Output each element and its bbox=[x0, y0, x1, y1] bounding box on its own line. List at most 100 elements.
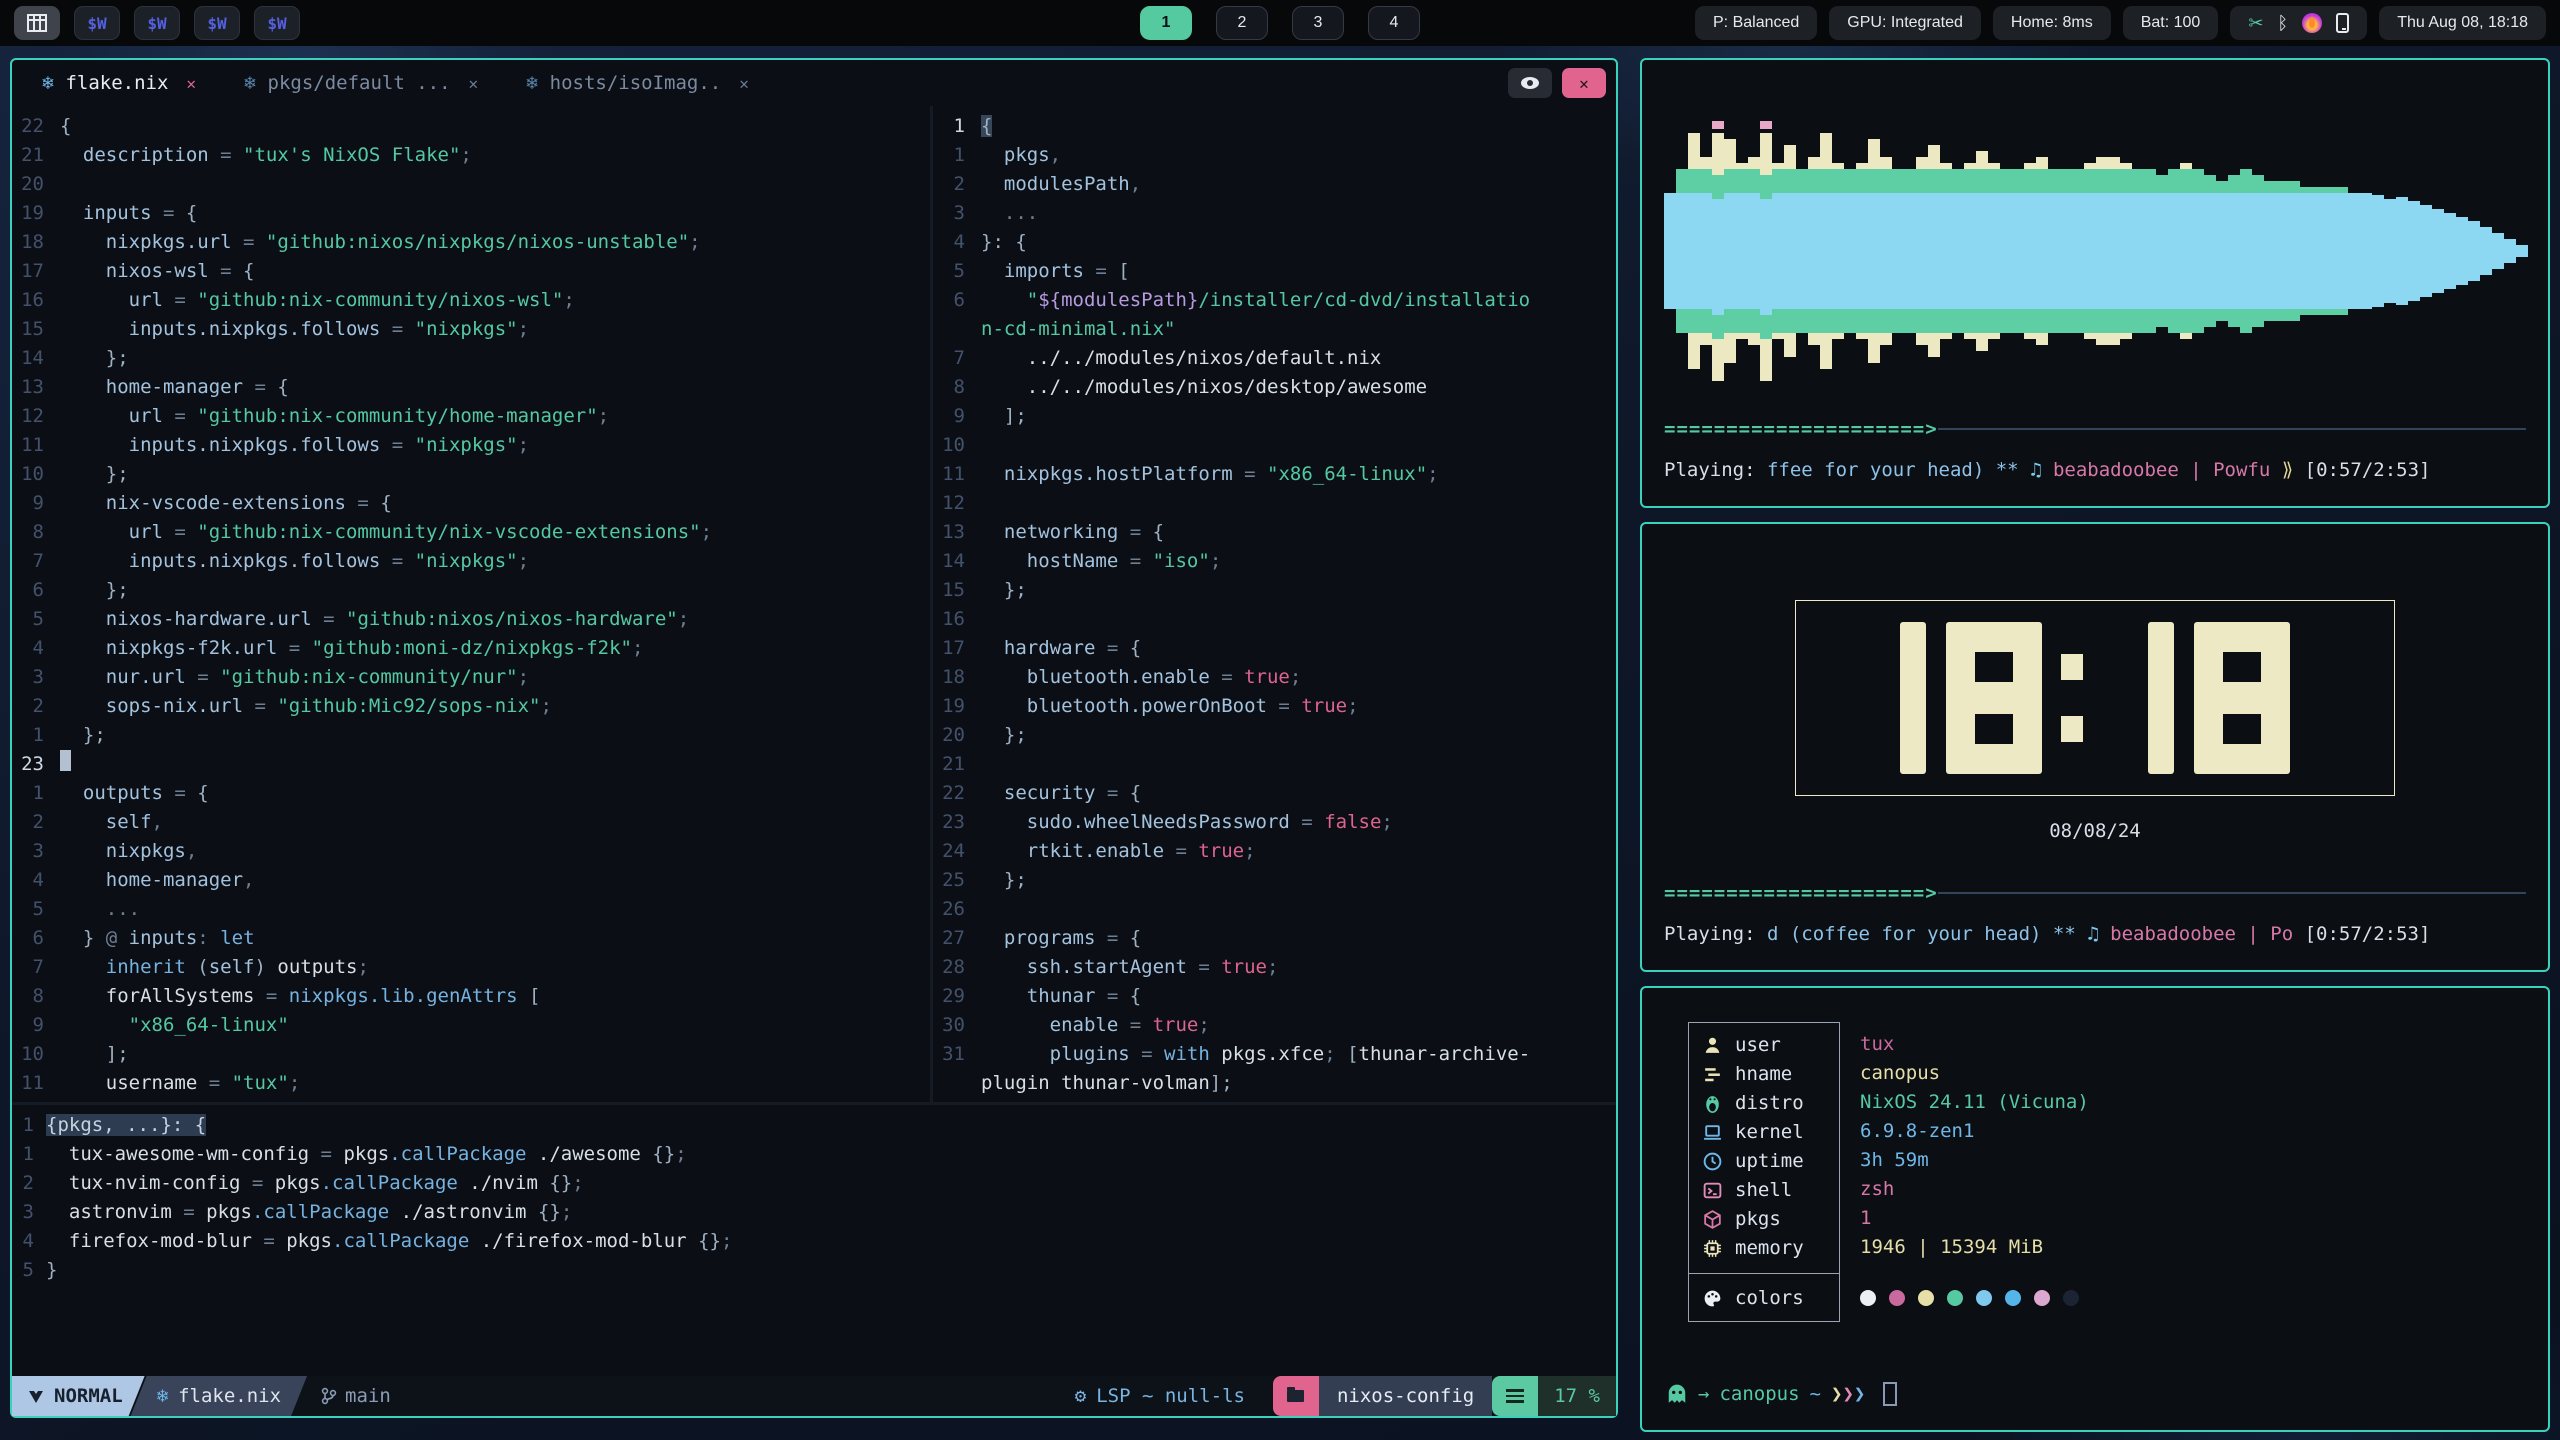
code-line: 12 bbox=[933, 489, 1616, 518]
terminal-clock[interactable]: 08/08/24 =====================> Playing:… bbox=[1640, 522, 2550, 972]
prompt-chevrons: ❯❯❯ bbox=[1831, 1383, 1865, 1405]
now-playing-line: Playing: ffee for your head) ** ♫ beabad… bbox=[1664, 456, 2430, 484]
workspace-button[interactable]: $W bbox=[74, 6, 120, 40]
editor-pane-iso[interactable]: 1{1 pkgs,2 modulesPath,3 ...4}: {5 impor… bbox=[933, 106, 1616, 1102]
color-dot bbox=[1889, 1290, 1905, 1306]
code-line: 1 }; bbox=[12, 721, 930, 750]
topbar-clock: Thu Aug 08, 18:18 bbox=[2397, 14, 2528, 32]
editor-tab[interactable]: ❄flake.nix✕ bbox=[42, 72, 196, 94]
terminal-cava[interactable]: =====================> Playing: ffee for… bbox=[1640, 58, 2550, 508]
code-line: 14 hostName = "iso"; bbox=[933, 547, 1616, 576]
package-icon bbox=[1702, 1209, 1723, 1230]
fetch-values: tuxcanopusNixOS 24.11 (Vicuna)6.9.8-zen1… bbox=[1860, 1022, 2089, 1322]
bluetooth-icon: ᛒ bbox=[2277, 13, 2288, 34]
code-line: 16 url = "github:nix-community/nixos-wsl… bbox=[12, 286, 930, 315]
code-line: 7 ../../modules/nixos/default.nix bbox=[933, 344, 1616, 373]
nix-snowflake-icon: ❄ bbox=[157, 1385, 168, 1407]
fetch-row-distro: distro bbox=[1689, 1089, 1839, 1118]
code-line: 19 inputs = { bbox=[12, 199, 930, 228]
code-line: 31 plugins = with pkgs.xfce; [thunar-arc… bbox=[933, 1040, 1616, 1069]
code-line: 10 ]; bbox=[12, 1040, 930, 1069]
tag-button-4[interactable]: 4 bbox=[1368, 6, 1420, 40]
tag-button-3[interactable]: 3 bbox=[1292, 6, 1344, 40]
code-line: 29 thunar = { bbox=[933, 982, 1616, 1011]
divider-line: =====================> bbox=[1664, 882, 2526, 904]
tag-list: 1234 bbox=[1140, 6, 1420, 40]
code-line: 7 inherit (self) outputs; bbox=[12, 953, 930, 982]
code-line: 4 firefox-mod-blur = pkgs.callPackage ./… bbox=[12, 1227, 1616, 1256]
code-line: 9 nix-vscode-extensions = { bbox=[12, 489, 930, 518]
code-line: 17 hardware = { bbox=[933, 634, 1616, 663]
editor-pane-pkgs[interactable]: 1{pkgs, ...}: {1 tux-awesome-wm-config =… bbox=[12, 1105, 1616, 1376]
branch-label: main bbox=[345, 1385, 391, 1407]
shell-prompt[interactable]: → canopus ~ ❯❯❯ bbox=[1666, 1382, 1897, 1406]
code-line: 2 tux-nvim-config = pkgs.callPackage ./n… bbox=[12, 1169, 1616, 1198]
project-chip bbox=[1273, 1376, 1319, 1416]
code-line: 6 }; bbox=[12, 576, 930, 605]
workspace-button[interactable]: $W bbox=[194, 6, 240, 40]
audio-visualizer bbox=[1664, 86, 2526, 416]
vim-icon bbox=[28, 1388, 44, 1404]
tag-button-1[interactable]: 1 bbox=[1140, 6, 1192, 40]
terminal-fetch[interactable]: userhnamedistrokerneluptimeshellpkgsmemo… bbox=[1640, 986, 2550, 1432]
divider-line: =====================> bbox=[1664, 418, 2526, 440]
code-line: 13 networking = { bbox=[933, 518, 1616, 547]
divider-rule bbox=[1938, 428, 2526, 430]
code-line: 2 sops-nix.url = "github:Mic92/sops-nix"… bbox=[12, 692, 930, 721]
fetch-value-pkgs: 1 bbox=[1860, 1204, 2089, 1233]
project-label: nixos-config bbox=[1337, 1385, 1474, 1407]
fetch-label: memory bbox=[1735, 1234, 1804, 1263]
code-line: 8 ../../modules/nixos/desktop/awesome bbox=[933, 373, 1616, 402]
code-line: n-cd-minimal.nix" bbox=[933, 315, 1616, 344]
code-line: 8 url = "github:nix-community/nix-vscode… bbox=[12, 518, 930, 547]
tray-pill[interactable]: ✂ ᛒ bbox=[2230, 6, 2367, 40]
workspace-button[interactable]: $W bbox=[134, 6, 180, 40]
fetch-panel: userhnamedistrokerneluptimeshellpkgsmemo… bbox=[1688, 1022, 2526, 1322]
top-bar: $W$W$W$W 1234 P: BalancedGPU: Integrated… bbox=[0, 0, 2560, 46]
color-palette-dots bbox=[1860, 1283, 2089, 1312]
fetch-value-hname: canopus bbox=[1860, 1059, 2089, 1088]
now-playing-line: Playing: d (coffee for your head) ** ♫ b… bbox=[1664, 920, 2430, 948]
code-line: 22{ bbox=[12, 112, 930, 141]
code-line: 11 inputs.nixpkgs.follows = "nixpkgs"; bbox=[12, 431, 930, 460]
code-line: 18 nixpkgs.url = "github:nixos/nixpkgs/n… bbox=[12, 228, 930, 257]
code-line: 5} bbox=[12, 1256, 1616, 1285]
code-line: 9 "x86_64-linux" bbox=[12, 1011, 930, 1040]
terminal-icon bbox=[1702, 1180, 1723, 1201]
editor-tabline: ❄flake.nix✕❄pkgs/default ...✕❄hosts/isoI… bbox=[12, 60, 1616, 106]
code-line: 10 }; bbox=[12, 460, 930, 489]
editor-pane-flake[interactable]: 22{21 description = "tux's NixOS Flake";… bbox=[12, 106, 930, 1102]
window-close-button[interactable]: ✕ bbox=[1562, 68, 1606, 98]
code-line: 26 bbox=[933, 895, 1616, 924]
code-line: 20 }; bbox=[933, 721, 1616, 750]
tab-close-icon[interactable]: ✕ bbox=[186, 74, 196, 93]
workspace-button[interactable]: $W bbox=[254, 6, 300, 40]
progress-chip bbox=[1492, 1376, 1538, 1416]
code-line: 13 home-manager = { bbox=[12, 373, 930, 402]
eye-button[interactable] bbox=[1508, 68, 1552, 98]
tag-button-2[interactable]: 2 bbox=[1216, 6, 1268, 40]
tab-close-icon[interactable]: ✕ bbox=[469, 74, 479, 93]
editor-tab[interactable]: ❄pkgs/default ...✕ bbox=[244, 72, 478, 94]
editor-tab[interactable]: ❄hosts/isoImag..✕ bbox=[526, 72, 749, 94]
code-line: 7 inputs.nixpkgs.follows = "nixpkgs"; bbox=[12, 547, 930, 576]
status-pill: P: Balanced bbox=[1695, 6, 1817, 40]
fetch-label-box: userhnamedistrokerneluptimeshellpkgsmemo… bbox=[1688, 1022, 1840, 1322]
launcher-button[interactable] bbox=[14, 6, 60, 40]
code-line: 15 inputs.nixpkgs.follows = "nixpkgs"; bbox=[12, 315, 930, 344]
code-line: 8 forAllSystems = nixpkgs.lib.genAttrs [ bbox=[12, 982, 930, 1011]
code-line: 5 ... bbox=[12, 895, 930, 924]
tab-label: pkgs/default ... bbox=[268, 72, 451, 94]
tab-close-icon[interactable]: ✕ bbox=[739, 74, 749, 93]
code-line: 1 outputs = { bbox=[12, 779, 930, 808]
code-line: 23 sudo.wheelNeedsPassword = false; bbox=[933, 808, 1616, 837]
code-line: 4 home-manager, bbox=[12, 866, 930, 895]
laptop-icon bbox=[1702, 1122, 1723, 1143]
color-dot bbox=[2005, 1290, 2021, 1306]
fetch-row-kernel: kernel bbox=[1689, 1118, 1839, 1147]
code-line: 1{ bbox=[933, 112, 1616, 141]
code-line: 1 tux-awesome-wm-config = pkgs.callPacka… bbox=[12, 1140, 1616, 1169]
tab-label: hosts/isoImag.. bbox=[550, 72, 722, 94]
code-line: 20 bbox=[12, 170, 930, 199]
fetch-row-uptime: uptime bbox=[1689, 1147, 1839, 1176]
